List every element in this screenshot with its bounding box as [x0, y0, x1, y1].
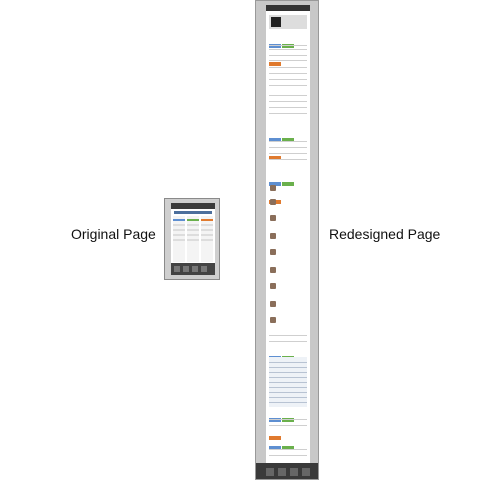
redesigned-button-row [269, 173, 307, 204]
original-subheader [174, 211, 212, 214]
original-page-content [171, 203, 215, 275]
redesigned-button-row [269, 129, 307, 160]
testimonial-photo [270, 283, 276, 289]
redesigned-hero [269, 15, 307, 29]
redesigned-footer [256, 463, 318, 479]
redesigned-header [266, 5, 310, 11]
testimonial-photo [270, 301, 276, 307]
redesigned-button-row [269, 347, 307, 378]
testimonial-photo [270, 267, 276, 273]
comparison-table [269, 357, 307, 407]
original-column-left [173, 216, 185, 262]
testimonial-photo [270, 215, 276, 221]
redesigned-page-label: Redesigned Page [329, 226, 441, 242]
original-column-right [201, 216, 213, 262]
original-page-thumbnail [164, 198, 220, 280]
original-column-middle [187, 216, 199, 262]
testimonial-photo [270, 317, 276, 323]
testimonial-photo [270, 233, 276, 239]
original-page-label: Original Page [71, 226, 156, 242]
redesigned-button-row [269, 409, 307, 440]
redesigned-button-row [269, 35, 307, 66]
testimonial-photo [270, 185, 276, 191]
original-header [171, 203, 215, 209]
testimonial-photo [270, 199, 276, 205]
testimonial-photo [270, 249, 276, 255]
redesigned-page-thumbnail [255, 0, 319, 480]
redesigned-button-row [269, 437, 307, 468]
redesigned-page-content [266, 5, 310, 468]
original-footer [171, 263, 215, 275]
